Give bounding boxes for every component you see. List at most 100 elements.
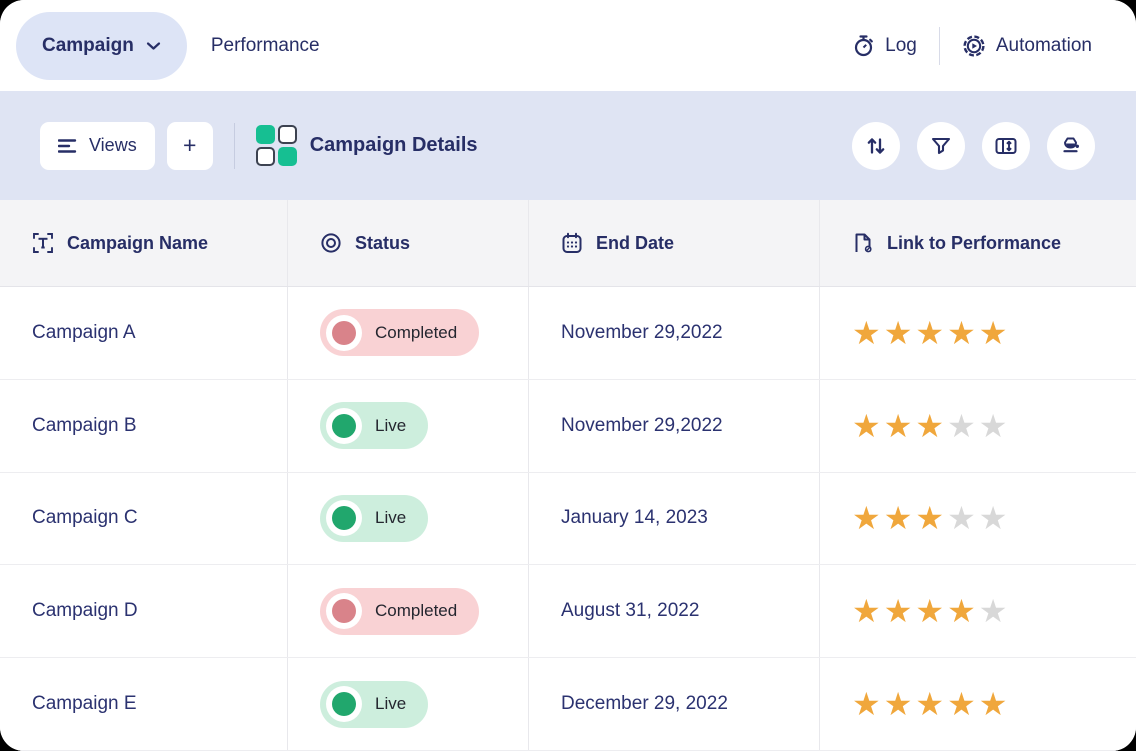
star-icon[interactable]: ★ xyxy=(947,410,976,442)
status-cell[interactable]: Completed xyxy=(287,565,528,657)
status-cell[interactable]: Live xyxy=(287,658,528,750)
star-icon[interactable]: ★ xyxy=(979,502,1008,534)
status-dot-ring xyxy=(326,315,362,351)
column-header-link-to-performance[interactable]: Link to Performance xyxy=(819,200,1136,286)
grid-view-icon xyxy=(256,125,297,166)
star-icon[interactable]: ★ xyxy=(947,688,976,720)
star-rating[interactable]: ★★★★★ xyxy=(852,502,1007,534)
sort-icon xyxy=(864,134,888,158)
campaign-name-cell[interactable]: Campaign E xyxy=(0,658,287,750)
row-height-icon xyxy=(994,134,1018,158)
fill-color-button[interactable] xyxy=(1047,122,1095,170)
campaign-name-cell[interactable]: Campaign C xyxy=(0,473,287,565)
rating-cell[interactable]: ★★★★★ xyxy=(819,565,1136,657)
star-icon[interactable]: ★ xyxy=(979,317,1008,349)
rating-cell[interactable]: ★★★★★ xyxy=(819,380,1136,472)
star-icon[interactable]: ★ xyxy=(915,410,944,442)
chevron-down-icon xyxy=(146,41,161,51)
automation-gear-icon xyxy=(962,34,986,58)
table-row[interactable]: Campaign BLiveNovember 29,2022★★★★★ xyxy=(0,380,1136,473)
end-date-cell[interactable]: November 29,2022 xyxy=(528,380,819,472)
automation-button[interactable]: Automation xyxy=(962,34,1092,58)
filter-button[interactable] xyxy=(917,122,965,170)
star-icon[interactable]: ★ xyxy=(852,410,881,442)
star-icon[interactable]: ★ xyxy=(915,595,944,627)
column-header-campaign-name[interactable]: Campaign Name xyxy=(0,200,287,286)
status-badge: Completed xyxy=(320,309,479,356)
status-badge: Live xyxy=(320,495,428,542)
views-label: Views xyxy=(89,135,137,156)
column-label: Campaign Name xyxy=(67,233,208,254)
table-row[interactable]: Campaign DCompletedAugust 31, 2022★★★★★ xyxy=(0,565,1136,658)
star-rating[interactable]: ★★★★★ xyxy=(852,317,1007,349)
sort-button[interactable] xyxy=(852,122,900,170)
status-dot xyxy=(332,414,356,438)
plus-icon: + xyxy=(183,132,196,159)
end-date: August 31, 2022 xyxy=(561,600,699,622)
star-icon[interactable]: ★ xyxy=(852,317,881,349)
status-badge: Live xyxy=(320,681,428,728)
end-date-cell[interactable]: November 29,2022 xyxy=(528,287,819,379)
star-icon[interactable]: ★ xyxy=(979,410,1008,442)
end-date-cell[interactable]: August 31, 2022 xyxy=(528,565,819,657)
star-rating[interactable]: ★★★★★ xyxy=(852,410,1007,442)
star-icon[interactable]: ★ xyxy=(915,502,944,534)
row-height-button[interactable] xyxy=(982,122,1030,170)
star-icon[interactable]: ★ xyxy=(852,595,881,627)
star-icon[interactable]: ★ xyxy=(947,502,976,534)
end-date: December 29, 2022 xyxy=(561,693,728,715)
status-cell[interactable]: Live xyxy=(287,473,528,565)
column-label: Status xyxy=(355,233,410,254)
rating-cell[interactable]: ★★★★★ xyxy=(819,473,1136,565)
star-icon[interactable]: ★ xyxy=(947,595,976,627)
star-icon[interactable]: ★ xyxy=(884,317,913,349)
column-header-status[interactable]: Status xyxy=(287,200,528,286)
star-icon[interactable]: ★ xyxy=(884,595,913,627)
campaign-name: Campaign C xyxy=(32,507,138,529)
campaign-name-cell[interactable]: Campaign B xyxy=(0,380,287,472)
log-button[interactable]: Log xyxy=(853,34,917,57)
star-icon[interactable]: ★ xyxy=(979,595,1008,627)
tab-performance[interactable]: Performance xyxy=(211,35,320,57)
table-header: Campaign Name Status End Date xyxy=(0,200,1136,287)
campaign-name: Campaign D xyxy=(32,600,138,622)
star-icon[interactable]: ★ xyxy=(852,502,881,534)
table-row[interactable]: Campaign CLiveJanuary 14, 2023★★★★★ xyxy=(0,473,1136,566)
star-icon[interactable]: ★ xyxy=(884,502,913,534)
star-icon[interactable]: ★ xyxy=(884,688,913,720)
end-date-cell[interactable]: December 29, 2022 xyxy=(528,658,819,750)
end-date-cell[interactable]: January 14, 2023 xyxy=(528,473,819,565)
star-icon[interactable]: ★ xyxy=(884,410,913,442)
rating-cell[interactable]: ★★★★★ xyxy=(819,287,1136,379)
star-rating[interactable]: ★★★★★ xyxy=(852,595,1007,627)
table-selector[interactable]: Campaign xyxy=(16,12,187,80)
campaign-name-cell[interactable]: Campaign A xyxy=(0,287,287,379)
star-rating[interactable]: ★★★★★ xyxy=(852,688,1007,720)
linked-record-icon xyxy=(852,232,874,254)
views-list-icon xyxy=(58,138,78,154)
star-icon[interactable]: ★ xyxy=(915,688,944,720)
status-cell[interactable]: Completed xyxy=(287,287,528,379)
text-field-icon xyxy=(32,232,54,254)
star-icon[interactable]: ★ xyxy=(979,688,1008,720)
column-header-end-date[interactable]: End Date xyxy=(528,200,819,286)
log-label: Log xyxy=(885,35,917,57)
star-icon[interactable]: ★ xyxy=(947,317,976,349)
calendar-icon xyxy=(561,232,583,254)
table-row[interactable]: Campaign ELiveDecember 29, 2022★★★★★ xyxy=(0,658,1136,751)
table-selector-label: Campaign xyxy=(42,35,134,57)
campaign-name-cell[interactable]: Campaign D xyxy=(0,565,287,657)
status-target-icon xyxy=(320,232,342,254)
status-label: Live xyxy=(375,694,406,714)
star-icon[interactable]: ★ xyxy=(915,317,944,349)
status-dot xyxy=(332,321,356,345)
status-dot xyxy=(332,506,356,530)
add-view-button[interactable]: + xyxy=(167,122,213,170)
rating-cell[interactable]: ★★★★★ xyxy=(819,658,1136,750)
table-row[interactable]: Campaign ACompletedNovember 29,2022★★★★★ xyxy=(0,287,1136,380)
status-label: Completed xyxy=(375,323,457,343)
status-cell[interactable]: Live xyxy=(287,380,528,472)
star-icon[interactable]: ★ xyxy=(852,688,881,720)
views-button[interactable]: Views xyxy=(40,122,155,170)
status-badge: Live xyxy=(320,402,428,449)
